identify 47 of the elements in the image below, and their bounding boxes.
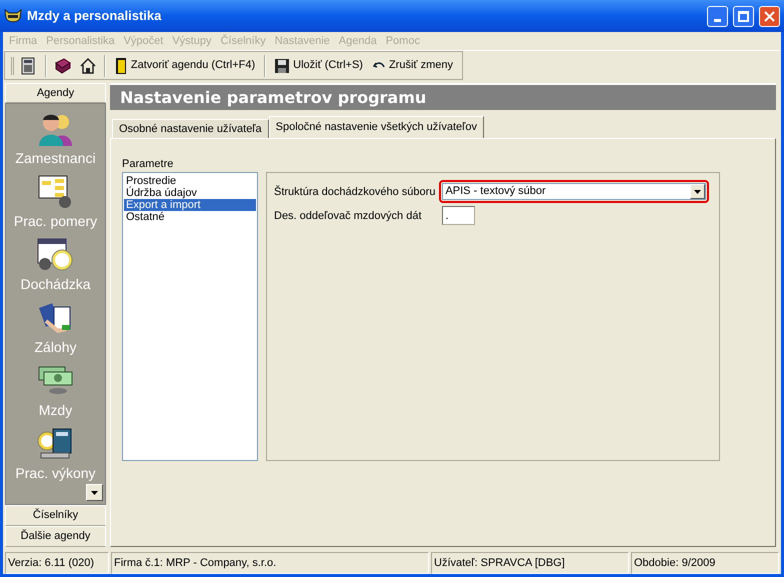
list-item[interactable]: Prostredie: [124, 175, 256, 187]
toolbar-button[interactable]: Zatvoriť agendu (Ctrl+F4): [112, 54, 258, 76]
org-chart-icon: [38, 175, 74, 209]
sidebar-item[interactable]: Mzdy: [38, 364, 74, 421]
text-field[interactable]: .: [442, 206, 476, 225]
cards-icon: [38, 301, 74, 335]
list-item[interactable]: Export a import: [124, 199, 256, 211]
caret-icon: [91, 490, 98, 494]
toolbar-button[interactable]: Zrušiť zmeny: [370, 54, 456, 76]
undo-icon: [372, 60, 385, 70]
field-label: Štruktúra dochádzkového súboru: [274, 184, 436, 198]
caret-icon: [694, 190, 702, 194]
calendar-clock-icon: [37, 238, 74, 272]
maximize-button[interactable]: [733, 6, 754, 26]
sidebar-item[interactable]: Zamestnanci: [15, 112, 96, 169]
home-icon: [78, 56, 97, 74]
minimize-button[interactable]: [707, 6, 728, 26]
status-field: Obdobie: 9/2009: [631, 552, 779, 574]
dropdown-button[interactable]: [690, 184, 706, 199]
sidebar-item[interactable]: Dochádzka: [20, 238, 91, 295]
calculator-stopwatch-icon: [37, 427, 74, 461]
sidebar-item[interactable]: Zálohy: [34, 301, 77, 358]
field-label: Des. oddeľovač mzdových dát: [274, 208, 423, 222]
sidebar-footer-button[interactable]: Číselníky: [5, 505, 106, 526]
calculator-icon: [21, 56, 36, 74]
sidebar-header[interactable]: Agendy: [5, 83, 106, 103]
tab[interactable]: Osobné nastavenie užívateľa: [112, 119, 269, 138]
door-icon: [114, 56, 127, 74]
dropdown-field[interactable]: APIS - textový súbor: [442, 183, 706, 200]
cat-logo-icon: [4, 9, 22, 23]
scroll-down-button[interactable]: [86, 484, 103, 501]
list-item[interactable]: Ostatné: [124, 211, 256, 223]
tab[interactable]: Spoločné nastavenie všetkých užívateľov: [268, 116, 484, 138]
status-field: Užívateľ: SPRAVCA [DBG]: [431, 552, 629, 574]
sidebar-item[interactable]: Prac. výkony: [15, 427, 96, 484]
parameters-label: Parametre: [122, 157, 174, 172]
sidebar-item[interactable]: Prac. pomery: [14, 175, 98, 232]
status-field: Firma č.1: MRP - Company, s.r.o.: [111, 552, 429, 574]
sidebar-footer-button[interactable]: Ďalšie agendy: [5, 526, 106, 547]
people-icon: [38, 112, 74, 146]
toolbar-button[interactable]: Uložiť (Ctrl+S): [272, 54, 366, 76]
list-item[interactable]: Údržba údajov: [124, 187, 256, 199]
close-icon: [764, 10, 775, 22]
close-button[interactable]: [759, 6, 780, 26]
page-header: Nastavenie parametrov programu: [110, 83, 776, 110]
window-title: Mzdy a personalistika: [27, 7, 162, 26]
status-field: Verzia: 6.11 (020): [5, 552, 109, 574]
